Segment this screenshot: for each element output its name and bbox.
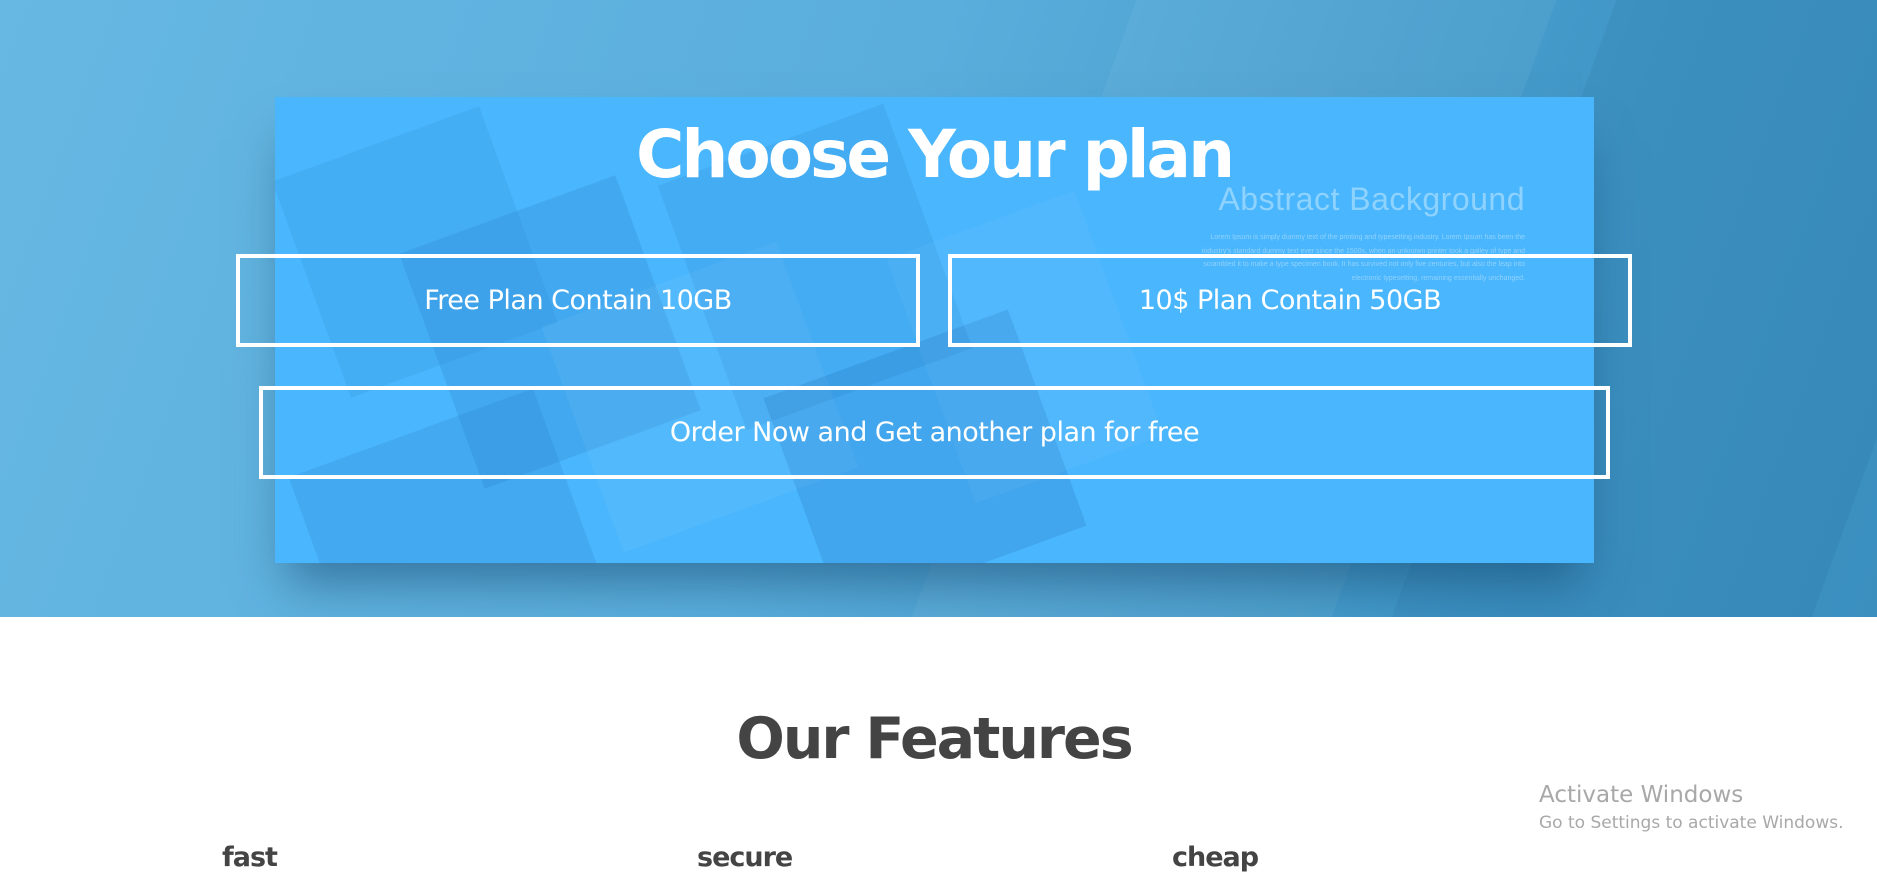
free-plan-button[interactable]: Free Plan Contain 10GB: [236, 254, 920, 347]
paid-plan-button[interactable]: 10$ Plan Contain 50GB: [948, 254, 1632, 347]
hero-section: Abstract Background Lorem Ipsum is simpl…: [0, 0, 1877, 617]
activate-windows-subtitle: Go to Settings to activate Windows.: [1539, 813, 1844, 833]
page: Abstract Background Lorem Ipsum is simpl…: [0, 0, 1877, 878]
features-title: Our Features: [736, 706, 1133, 772]
feature-fast: fast: [222, 842, 278, 873]
feature-secure: secure: [697, 842, 793, 873]
feature-cheap: cheap: [1172, 842, 1259, 873]
activate-windows-watermark: Activate Windows Go to Settings to activ…: [1539, 780, 1844, 836]
page-title: Choose Your plan: [635, 116, 1235, 193]
order-now-button[interactable]: Order Now and Get another plan for free: [259, 386, 1610, 479]
activate-windows-title: Activate Windows: [1539, 782, 1744, 808]
